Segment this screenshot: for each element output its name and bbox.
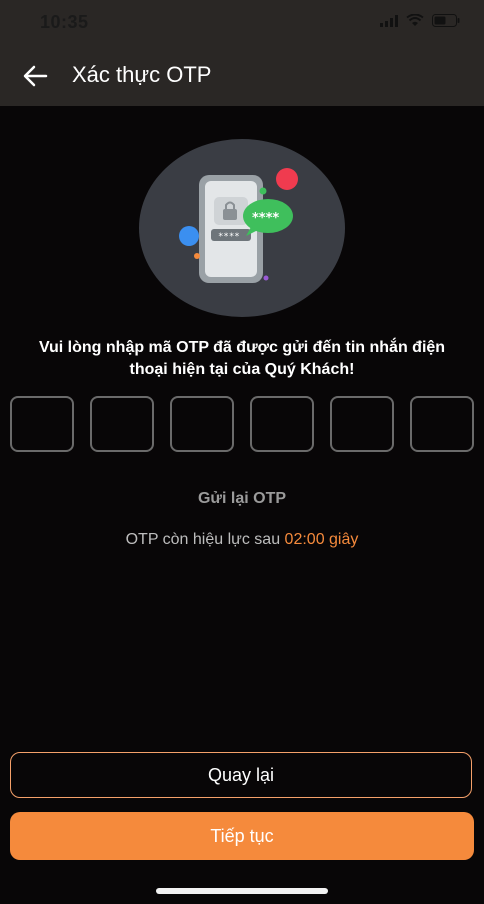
otp-digit-1[interactable]: [10, 396, 74, 452]
status-time: 10:35: [40, 12, 89, 32]
back-arrow-button[interactable]: [18, 60, 54, 92]
otp-illustration: **** ****: [139, 139, 345, 317]
validity-prefix: OTP còn hiệu lực sau: [125, 531, 281, 548]
otp-digit-5[interactable]: [330, 396, 394, 452]
otp-validity: OTP còn hiệu lực sau 02:00 giây: [0, 531, 484, 549]
otp-digit-3[interactable]: [170, 396, 234, 452]
resend-otp-link[interactable]: Gửi lại OTP: [0, 490, 484, 508]
bubble-mask-text: ****: [252, 211, 279, 226]
home-indicator: [156, 888, 328, 894]
otp-digit-6[interactable]: [410, 396, 474, 452]
small-mask-text: ****: [218, 232, 240, 242]
signal-icon: [380, 14, 398, 27]
battery-icon: [432, 14, 460, 27]
status-icons: [380, 14, 460, 27]
otp-digit-2[interactable]: [90, 396, 154, 452]
wifi-icon: [406, 14, 424, 26]
back-arrow-icon: [23, 65, 48, 87]
continue-button[interactable]: Tiếp tục: [10, 812, 474, 860]
status-bar: 10:35: [0, 0, 484, 44]
otp-digit-4[interactable]: [250, 396, 314, 452]
page-title: Xác thực OTP: [72, 62, 212, 87]
back-button[interactable]: Quay lại: [10, 752, 472, 798]
otp-instruction: Vui lòng nhập mã OTP đã được gửi đến tin…: [38, 339, 446, 378]
app-header: Xác thực OTP: [0, 44, 484, 106]
otp-input-row: [10, 396, 474, 452]
countdown-timer: 02:00 giây: [284, 531, 359, 548]
